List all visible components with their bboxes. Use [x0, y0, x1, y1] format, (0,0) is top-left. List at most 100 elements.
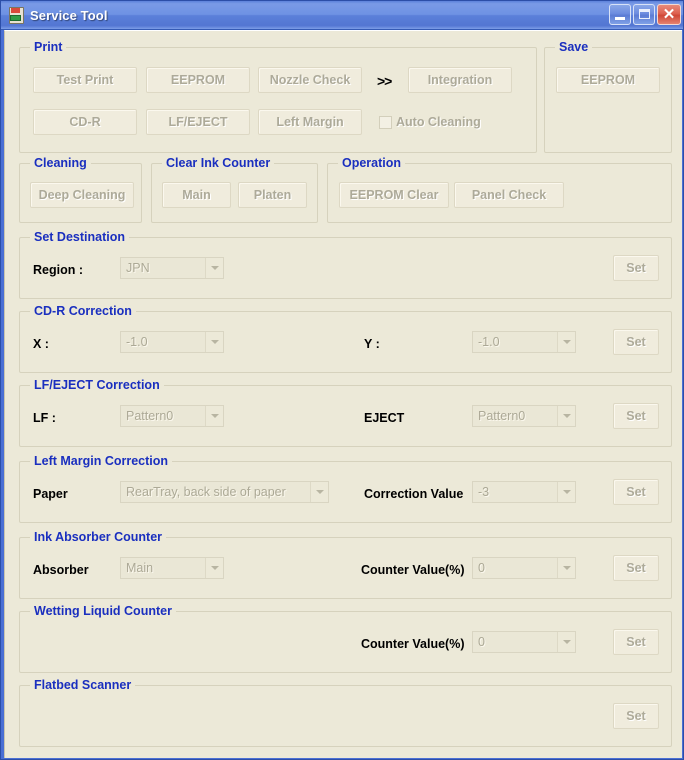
region-label: Region : [33, 263, 83, 277]
chevron-right-icon: >> [377, 73, 392, 89]
integration-button[interactable]: Integration [408, 67, 512, 93]
chevron-down-icon[interactable] [557, 406, 575, 426]
chevron-down-icon[interactable] [205, 258, 223, 278]
chevron-down-icon[interactable] [310, 482, 328, 502]
flatbed-scanner-set-button[interactable]: Set [613, 703, 659, 729]
paper-value: RearTray, back side of paper [126, 485, 286, 499]
chevron-down-icon[interactable] [205, 406, 223, 426]
set-destination-set-button[interactable]: Set [613, 255, 659, 281]
eeprom-clear-button[interactable]: EEPROM Clear [339, 182, 449, 208]
group-set-destination: Set Destination Region : JPN Set [19, 230, 672, 299]
left-margin-correction-set-button[interactable]: Set [613, 479, 659, 505]
group-lf-eject-correction: LF/EJECT Correction LF : Pattern0 EJECT … [19, 378, 672, 447]
group-cleaning-legend: Cleaning [30, 156, 91, 170]
clear-ink-main-button[interactable]: Main [162, 182, 231, 208]
ink-absorber-counter-set-button[interactable]: Set [613, 555, 659, 581]
group-save: Save EEPROM [544, 40, 672, 153]
deep-cleaning-button[interactable]: Deep Cleaning [30, 182, 134, 208]
group-cleaning: Cleaning Deep Cleaning [19, 156, 142, 223]
chevron-down-icon[interactable] [557, 558, 575, 578]
client-area: Print Test Print EEPROM Nozzle Check >> … [4, 30, 682, 758]
group-ink-absorber-counter: Ink Absorber Counter Absorber Main Count… [19, 530, 672, 599]
lf-value: Pattern0 [126, 409, 174, 423]
nozzle-check-button[interactable]: Nozzle Check [258, 67, 362, 93]
group-flatbed-scanner: Flatbed Scanner Set [19, 678, 672, 747]
close-button[interactable]: ✕ [657, 4, 681, 25]
cdr-x-value: -1.0 [126, 335, 148, 349]
group-cdr-correction: CD-R Correction X : -1.0 Y : -1.0 Set [19, 304, 672, 373]
group-wetting-liquid-counter: Wetting Liquid Counter Counter Value(%) … [19, 604, 672, 673]
left-margin-button[interactable]: Left Margin [258, 109, 362, 135]
minimize-button[interactable] [609, 4, 631, 25]
cdr-correction-set-button[interactable]: Set [613, 329, 659, 355]
group-print: Print Test Print EEPROM Nozzle Check >> … [19, 40, 537, 153]
group-flatbed-scanner-legend: Flatbed Scanner [30, 678, 136, 692]
group-print-legend: Print [30, 40, 67, 54]
group-lf-eject-correction-legend: LF/EJECT Correction [30, 378, 164, 392]
group-left-margin-correction: Left Margin Correction Paper RearTray, b… [19, 454, 672, 523]
chevron-down-icon[interactable] [557, 332, 575, 352]
eject-dropdown[interactable]: Pattern0 [472, 405, 576, 427]
lf-label: LF : [33, 411, 56, 425]
correction-value-value: -3 [478, 485, 490, 499]
window-controls: ✕ [609, 4, 681, 25]
ink-counter-value-dropdown[interactable]: 0 [472, 557, 576, 579]
maximize-icon [639, 9, 650, 19]
cdr-y-label: Y : [364, 337, 380, 351]
wetting-liquid-counter-set-button[interactable]: Set [613, 629, 659, 655]
service-tool-window: Service Tool ✕ Print Test Print EEPROM N… [0, 0, 684, 760]
region-value: JPN [126, 261, 150, 275]
cdr-x-dropdown[interactable]: -1.0 [120, 331, 224, 353]
group-clear-ink-counter: Clear Ink Counter Main Platen [151, 156, 318, 223]
cdr-x-label: X : [33, 337, 49, 351]
correction-value-label: Correction Value [364, 487, 464, 501]
lf-eject-button[interactable]: LF/EJECT [146, 109, 250, 135]
group-operation-legend: Operation [338, 156, 406, 170]
test-print-button[interactable]: Test Print [33, 67, 137, 93]
printer-icon [7, 6, 25, 24]
absorber-label: Absorber [33, 563, 89, 577]
title-bar: Service Tool ✕ [1, 1, 683, 30]
group-left-margin-correction-legend: Left Margin Correction [30, 454, 173, 468]
window-title: Service Tool [30, 7, 108, 23]
cdr-y-dropdown[interactable]: -1.0 [472, 331, 576, 353]
group-cdr-correction-legend: CD-R Correction [30, 304, 136, 318]
paper-label: Paper [33, 487, 68, 501]
group-clear-ink-counter-legend: Clear Ink Counter [162, 156, 275, 170]
clear-ink-platen-button[interactable]: Platen [238, 182, 307, 208]
group-set-destination-legend: Set Destination [30, 230, 129, 244]
panel-check-button[interactable]: Panel Check [454, 182, 564, 208]
group-wetting-liquid-counter-legend: Wetting Liquid Counter [30, 604, 176, 618]
eeprom-print-button[interactable]: EEPROM [146, 67, 250, 93]
eject-value: Pattern0 [478, 409, 526, 423]
maximize-button[interactable] [633, 4, 655, 25]
ink-counter-value-label: Counter Value(%) [361, 563, 465, 577]
group-ink-absorber-counter-legend: Ink Absorber Counter [30, 530, 167, 544]
wetting-counter-value-label: Counter Value(%) [361, 637, 465, 651]
group-save-legend: Save [555, 40, 593, 54]
cdr-y-value: -1.0 [478, 335, 500, 349]
wetting-counter-value-value: 0 [478, 635, 485, 649]
checkbox-box-icon [379, 115, 392, 129]
wetting-counter-value-dropdown[interactable]: 0 [472, 631, 576, 653]
minimize-icon [615, 17, 625, 20]
chevron-down-icon[interactable] [205, 558, 223, 578]
auto-cleaning-label: Auto Cleaning [396, 115, 481, 129]
cdr-button[interactable]: CD-R [33, 109, 137, 135]
chevron-down-icon[interactable] [557, 632, 575, 652]
correction-value-dropdown[interactable]: -3 [472, 481, 576, 503]
chevron-down-icon[interactable] [205, 332, 223, 352]
lf-dropdown[interactable]: Pattern0 [120, 405, 224, 427]
ink-counter-value-value: 0 [478, 561, 485, 575]
eject-label: EJECT [364, 411, 405, 425]
paper-dropdown[interactable]: RearTray, back side of paper [120, 481, 329, 503]
close-icon: ✕ [662, 6, 676, 23]
chevron-down-icon[interactable] [557, 482, 575, 502]
region-dropdown[interactable]: JPN [120, 257, 224, 279]
lf-eject-correction-set-button[interactable]: Set [613, 403, 659, 429]
group-operation: Operation EEPROM Clear Panel Check [327, 156, 672, 223]
absorber-value: Main [126, 561, 154, 575]
save-eeprom-button[interactable]: EEPROM [556, 67, 660, 93]
auto-cleaning-checkbox[interactable]: Auto Cleaning [379, 115, 481, 129]
absorber-dropdown[interactable]: Main [120, 557, 224, 579]
